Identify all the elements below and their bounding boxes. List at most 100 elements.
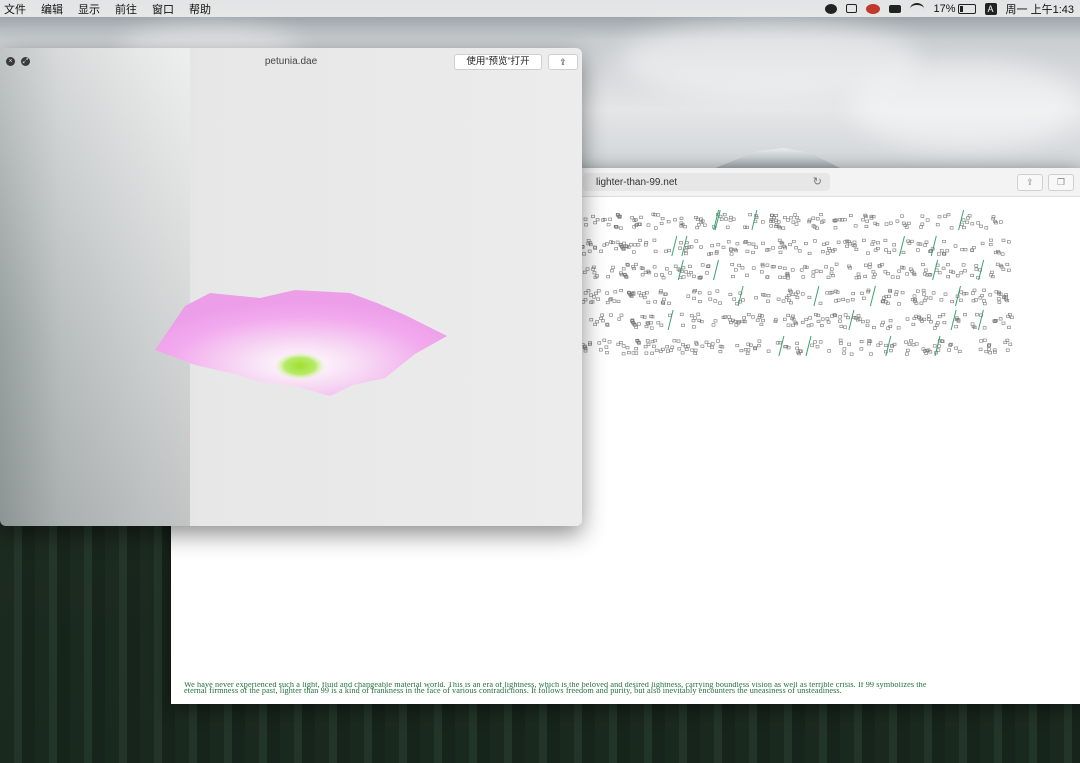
glyph-fragment — [640, 273, 645, 277]
menu-file[interactable]: 文件 — [4, 1, 26, 17]
glyph-fragment — [876, 241, 880, 245]
glyph-fragment — [959, 271, 964, 275]
menubar-clock[interactable]: 周一 上午1:43 — [1006, 1, 1074, 17]
glyph-fragment — [593, 322, 597, 326]
glyph-fragment — [654, 348, 659, 352]
scrambled-glyph-art — [581, 209, 1014, 357]
glyph-fragment — [705, 271, 709, 275]
glyph-fragment — [709, 251, 713, 256]
glyph-fragment — [766, 294, 771, 298]
glyph-fragment — [734, 268, 738, 272]
glyph-fragment — [678, 246, 682, 250]
glyph-fragment — [761, 319, 765, 323]
menu-help[interactable]: 帮助 — [189, 1, 211, 17]
wechat-status-icon[interactable] — [866, 3, 881, 14]
menu-window[interactable]: 窗口 — [152, 1, 174, 17]
glyph-fragment — [935, 223, 940, 227]
glyph-fragment — [646, 342, 651, 346]
glyph-fragment — [830, 267, 834, 271]
glyph-fragment — [813, 239, 817, 243]
glyph-fragment — [786, 218, 790, 222]
glyph-fragment — [806, 324, 811, 328]
glyph-fragment — [757, 339, 762, 343]
menu-go[interactable]: 前往 — [115, 1, 137, 17]
reload-icon[interactable]: ↻ — [813, 175, 822, 188]
glyph-fragment — [698, 300, 702, 304]
glyph-fragment — [684, 270, 688, 274]
glyph-fragment — [960, 247, 965, 252]
glyph-fragment — [815, 217, 820, 221]
menu-view[interactable]: 显示 — [78, 1, 100, 17]
glyph-fragment — [941, 266, 946, 270]
glyph-fragment — [974, 264, 979, 268]
glyph-fragment — [619, 226, 623, 230]
glyph-fragment — [888, 324, 893, 328]
status-app-icon[interactable] — [825, 3, 838, 14]
glyph-fragment — [825, 241, 830, 245]
glyph-fragment — [619, 289, 623, 293]
glyph-fragment — [730, 262, 734, 267]
glyph-fragment — [653, 300, 657, 304]
glyph-fragment — [953, 244, 958, 248]
glyph-fragment — [905, 352, 909, 356]
battery-status[interactable]: 17% — [933, 3, 976, 15]
petunia-3d-model[interactable] — [155, 288, 450, 398]
glyph-fragment — [747, 242, 752, 246]
glyph-fragment — [909, 339, 913, 343]
glyph-fragment — [646, 223, 651, 227]
glyph-fragment — [795, 216, 799, 220]
glyph-fragment — [922, 292, 926, 296]
glyph-fragment — [887, 250, 892, 255]
glyph-fragment — [708, 297, 713, 301]
glyph-fragment — [811, 270, 816, 274]
glyph-fragment — [793, 213, 797, 217]
input-method-icon[interactable]: A — [984, 2, 997, 15]
glyph-fragment — [861, 296, 866, 300]
glyph-fragment — [776, 297, 781, 301]
glyph-fragment — [631, 250, 636, 254]
glyph-fragment — [634, 347, 639, 351]
glyph-fragment — [915, 289, 920, 293]
glyph-fragment — [695, 226, 699, 230]
glyph-fragment — [818, 301, 823, 305]
glyph-fragment — [666, 220, 671, 224]
glyph-fragment — [989, 238, 993, 242]
glyph-fragment — [645, 339, 650, 343]
petal-mesh — [155, 290, 447, 396]
glyph-fragment — [970, 273, 975, 277]
open-with-preview-button[interactable]: 使用“预览”打开 — [454, 54, 542, 70]
glyph-fragment — [820, 317, 825, 321]
glyph-fragment — [813, 340, 817, 344]
glyph-fragment — [631, 265, 635, 269]
menu-edit[interactable]: 编辑 — [41, 1, 63, 17]
glyph-fragment — [982, 338, 987, 342]
glyph-fragment — [955, 274, 960, 278]
glyph-fragment — [836, 240, 841, 244]
glyph-fragment — [609, 297, 613, 301]
glyph-fragment — [778, 265, 782, 270]
glyph-fragment — [988, 242, 993, 247]
keyboard-icon[interactable] — [889, 4, 902, 13]
slash-mark — [932, 259, 939, 281]
glyph-fragment — [745, 273, 749, 277]
glyph-fragment — [988, 351, 993, 355]
glyph-fragment — [963, 248, 968, 252]
glyph-fragment — [943, 292, 948, 296]
glyph-fragment — [707, 252, 711, 256]
glyph-fragment — [845, 244, 849, 248]
glyph-fragment — [856, 272, 861, 276]
address-bar[interactable]: lighter-than-99.net ↻ — [583, 173, 830, 191]
tabs-icon[interactable]: ❐ — [1048, 174, 1074, 191]
wifi-icon[interactable] — [910, 2, 925, 15]
glyph-fragment — [686, 294, 691, 298]
glyph-fragment — [743, 240, 747, 244]
glyph-fragment — [673, 218, 677, 222]
glyph-fragment — [735, 344, 740, 348]
share-icon[interactable]: ⇪ — [1017, 174, 1043, 191]
quicklook-titlebar: × ⤢ petunia.dae 使用“预览”打开 ⇪ — [0, 48, 582, 74]
share-button[interactable]: ⇪ — [548, 54, 578, 70]
glyph-fragment — [859, 347, 864, 351]
glyph-fragment — [841, 297, 846, 301]
manifesto-text: We have never experienced such a light, … — [184, 682, 1080, 702]
screen-mirror-icon[interactable] — [846, 4, 858, 13]
